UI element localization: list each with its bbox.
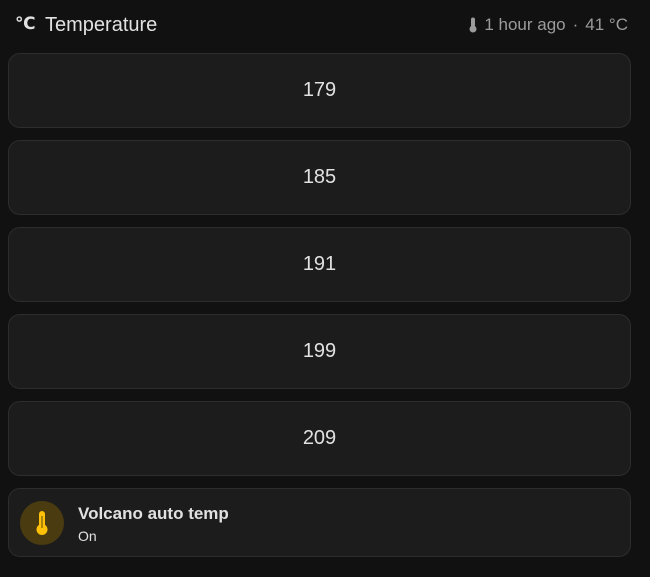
thermometer-icon [469, 17, 477, 33]
tile-name: Volcano auto temp [78, 504, 229, 523]
card-header: ℃ Temperature 1 hour ago · 41 °C [0, 0, 650, 52]
header-status[interactable]: 1 hour ago · 41 °C [468, 15, 628, 35]
separator: · [572, 15, 579, 34]
preset-label: 179 [302, 79, 337, 101]
preset-label: 185 [302, 166, 337, 188]
preset-label: 209 [302, 427, 337, 449]
preset-button-5[interactable]: 209 [8, 401, 631, 476]
last-updated-text: 1 hour ago [484, 15, 566, 34]
preset-label: 199 [302, 340, 337, 362]
thermometer-icon [36, 511, 48, 535]
tile-icon-badge[interactable] [20, 501, 64, 545]
volcano-auto-temp-tile[interactable]: Volcano auto temp On [8, 488, 631, 557]
preset-label: 191 [302, 253, 337, 275]
preset-button-3[interactable]: 191 [8, 227, 631, 302]
current-temperature: 41 °C [585, 15, 628, 34]
preset-button-2[interactable]: 185 [8, 140, 631, 215]
celsius-icon: ℃ [15, 14, 36, 33]
preset-button-4[interactable]: 199 [8, 314, 631, 389]
card-title: Temperature [45, 14, 158, 36]
preset-button-1[interactable]: 179 [8, 53, 631, 128]
tile-state: On [78, 528, 97, 544]
